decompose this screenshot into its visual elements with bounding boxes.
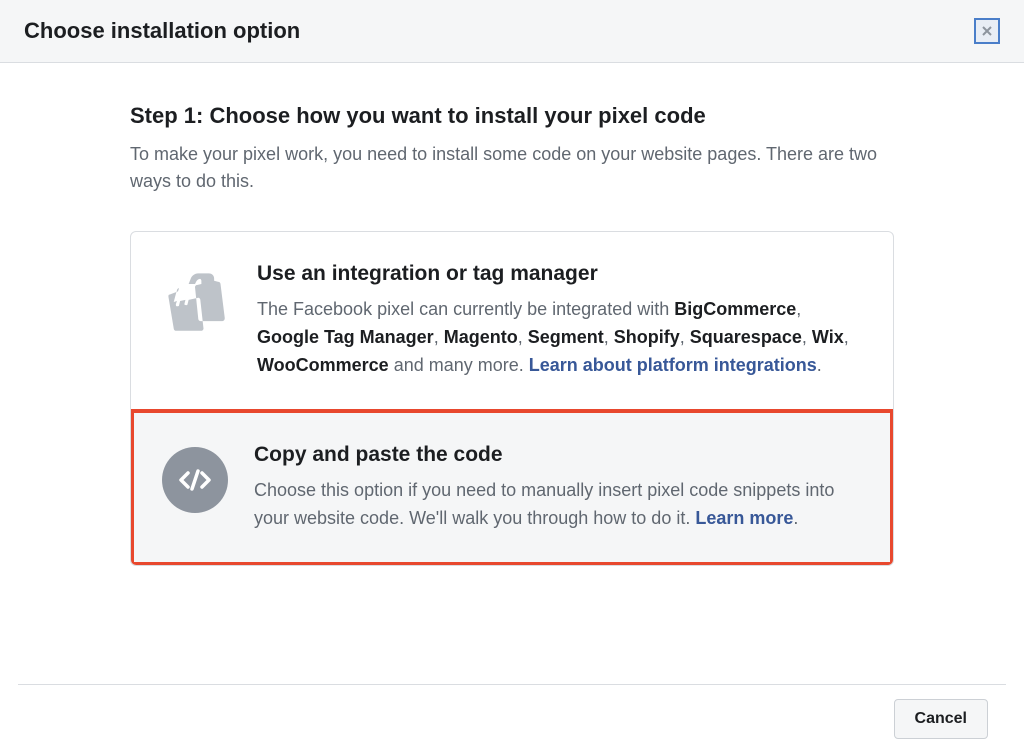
option-integration-title: Use an integration or tag manager bbox=[257, 262, 865, 286]
option-integration-text: The Facebook pixel can currently be inte… bbox=[257, 296, 865, 380]
modal-header: Choose installation option bbox=[0, 0, 1024, 63]
option-integration[interactable]: Use an integration or tag manager The Fa… bbox=[131, 232, 893, 410]
learn-integrations-link[interactable]: Learn about platform integrations bbox=[529, 355, 817, 375]
step-description: To make your pixel work, you need to ins… bbox=[130, 141, 894, 195]
modal-title: Choose installation option bbox=[24, 18, 300, 44]
cancel-button[interactable]: Cancel bbox=[894, 699, 988, 739]
close-icon bbox=[979, 23, 995, 39]
step-title: Step 1: Choose how you want to install y… bbox=[130, 103, 894, 129]
close-button[interactable] bbox=[974, 18, 1000, 44]
modal-footer: Cancel bbox=[18, 684, 1006, 753]
option-integration-content: Use an integration or tag manager The Fa… bbox=[257, 262, 865, 380]
learn-more-link[interactable]: Learn more bbox=[695, 508, 793, 528]
code-icon bbox=[162, 447, 228, 513]
option-manual-title: Copy and paste the code bbox=[254, 443, 862, 467]
modal-content: Step 1: Choose how you want to install y… bbox=[0, 63, 1024, 586]
option-manual[interactable]: Copy and paste the code Choose this opti… bbox=[130, 409, 894, 567]
option-manual-text: Choose this option if you need to manual… bbox=[254, 477, 862, 533]
options-container: Use an integration or tag manager The Fa… bbox=[130, 231, 894, 566]
option-manual-content: Copy and paste the code Choose this opti… bbox=[254, 443, 862, 533]
shopping-bag-icon bbox=[159, 266, 231, 338]
